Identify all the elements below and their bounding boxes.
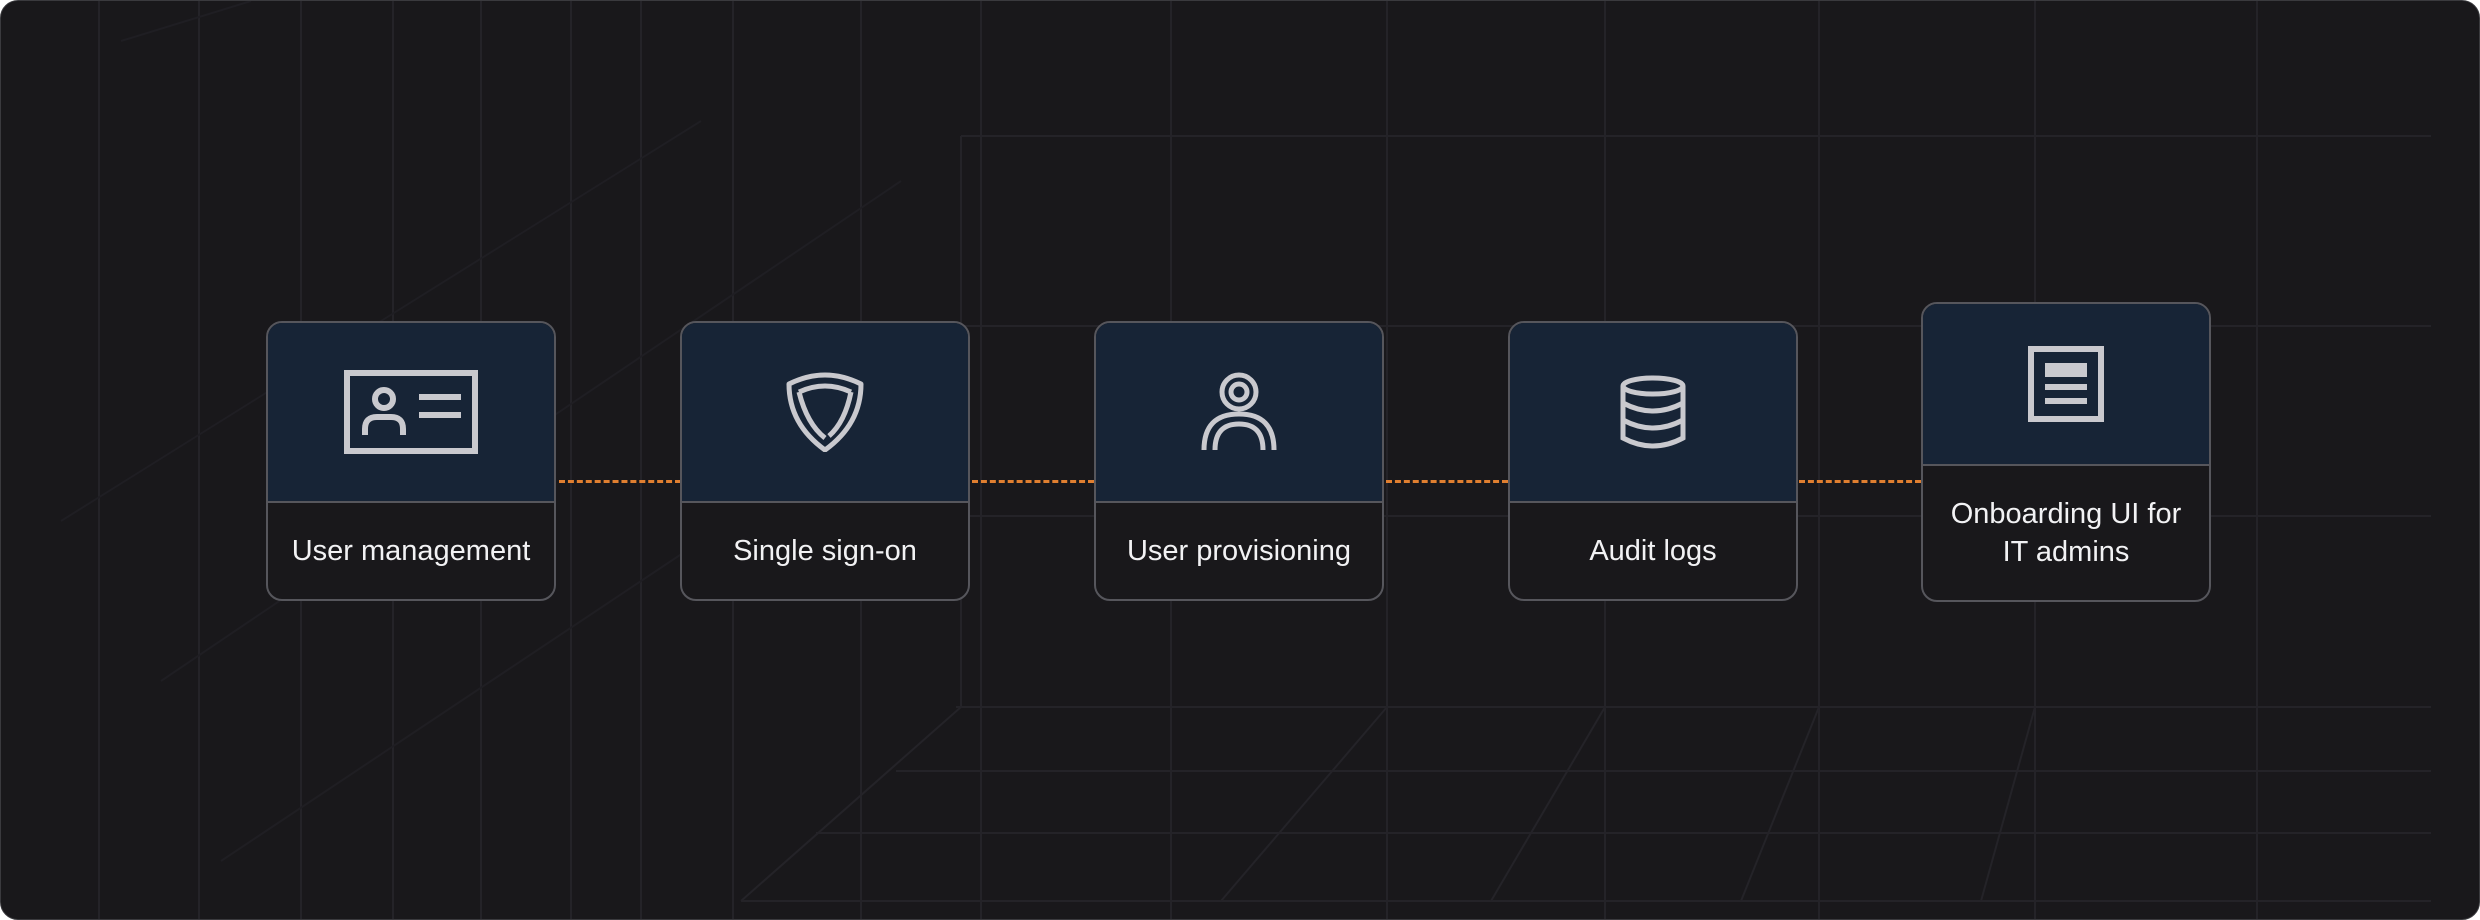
document-icon	[2027, 345, 2105, 423]
step-label: Onboarding UI for IT admins	[1950, 498, 2182, 568]
connector-line-1	[559, 480, 681, 483]
connector-line-2	[972, 480, 1094, 483]
card-header	[1923, 304, 2209, 466]
diagram-frame: User management Single sign-on User prov…	[0, 0, 2480, 920]
user-icon	[1200, 372, 1278, 452]
connector-line-3	[1386, 480, 1508, 483]
id-card-icon	[343, 369, 479, 455]
step-label: User management	[291, 535, 531, 567]
card-header	[1096, 323, 1382, 503]
step-label: User provisioning	[1126, 535, 1352, 567]
database-icon	[1619, 375, 1687, 449]
card-header	[268, 323, 554, 503]
card-header	[1510, 323, 1796, 503]
step-label: Audit logs	[1589, 535, 1717, 567]
step-card-single-sign-on: Single sign-on	[680, 321, 970, 601]
step-card-user-management: User management	[266, 321, 556, 601]
shield-icon	[785, 372, 865, 452]
step-card-user-provisioning: User provisioning	[1094, 321, 1384, 601]
connector-line-4	[1799, 480, 1921, 483]
step-card-audit-logs: Audit logs	[1508, 321, 1798, 601]
step-card-onboarding-ui: Onboarding UI for IT admins	[1921, 302, 2211, 602]
step-label: Single sign-on	[733, 535, 917, 567]
card-header	[682, 323, 968, 503]
